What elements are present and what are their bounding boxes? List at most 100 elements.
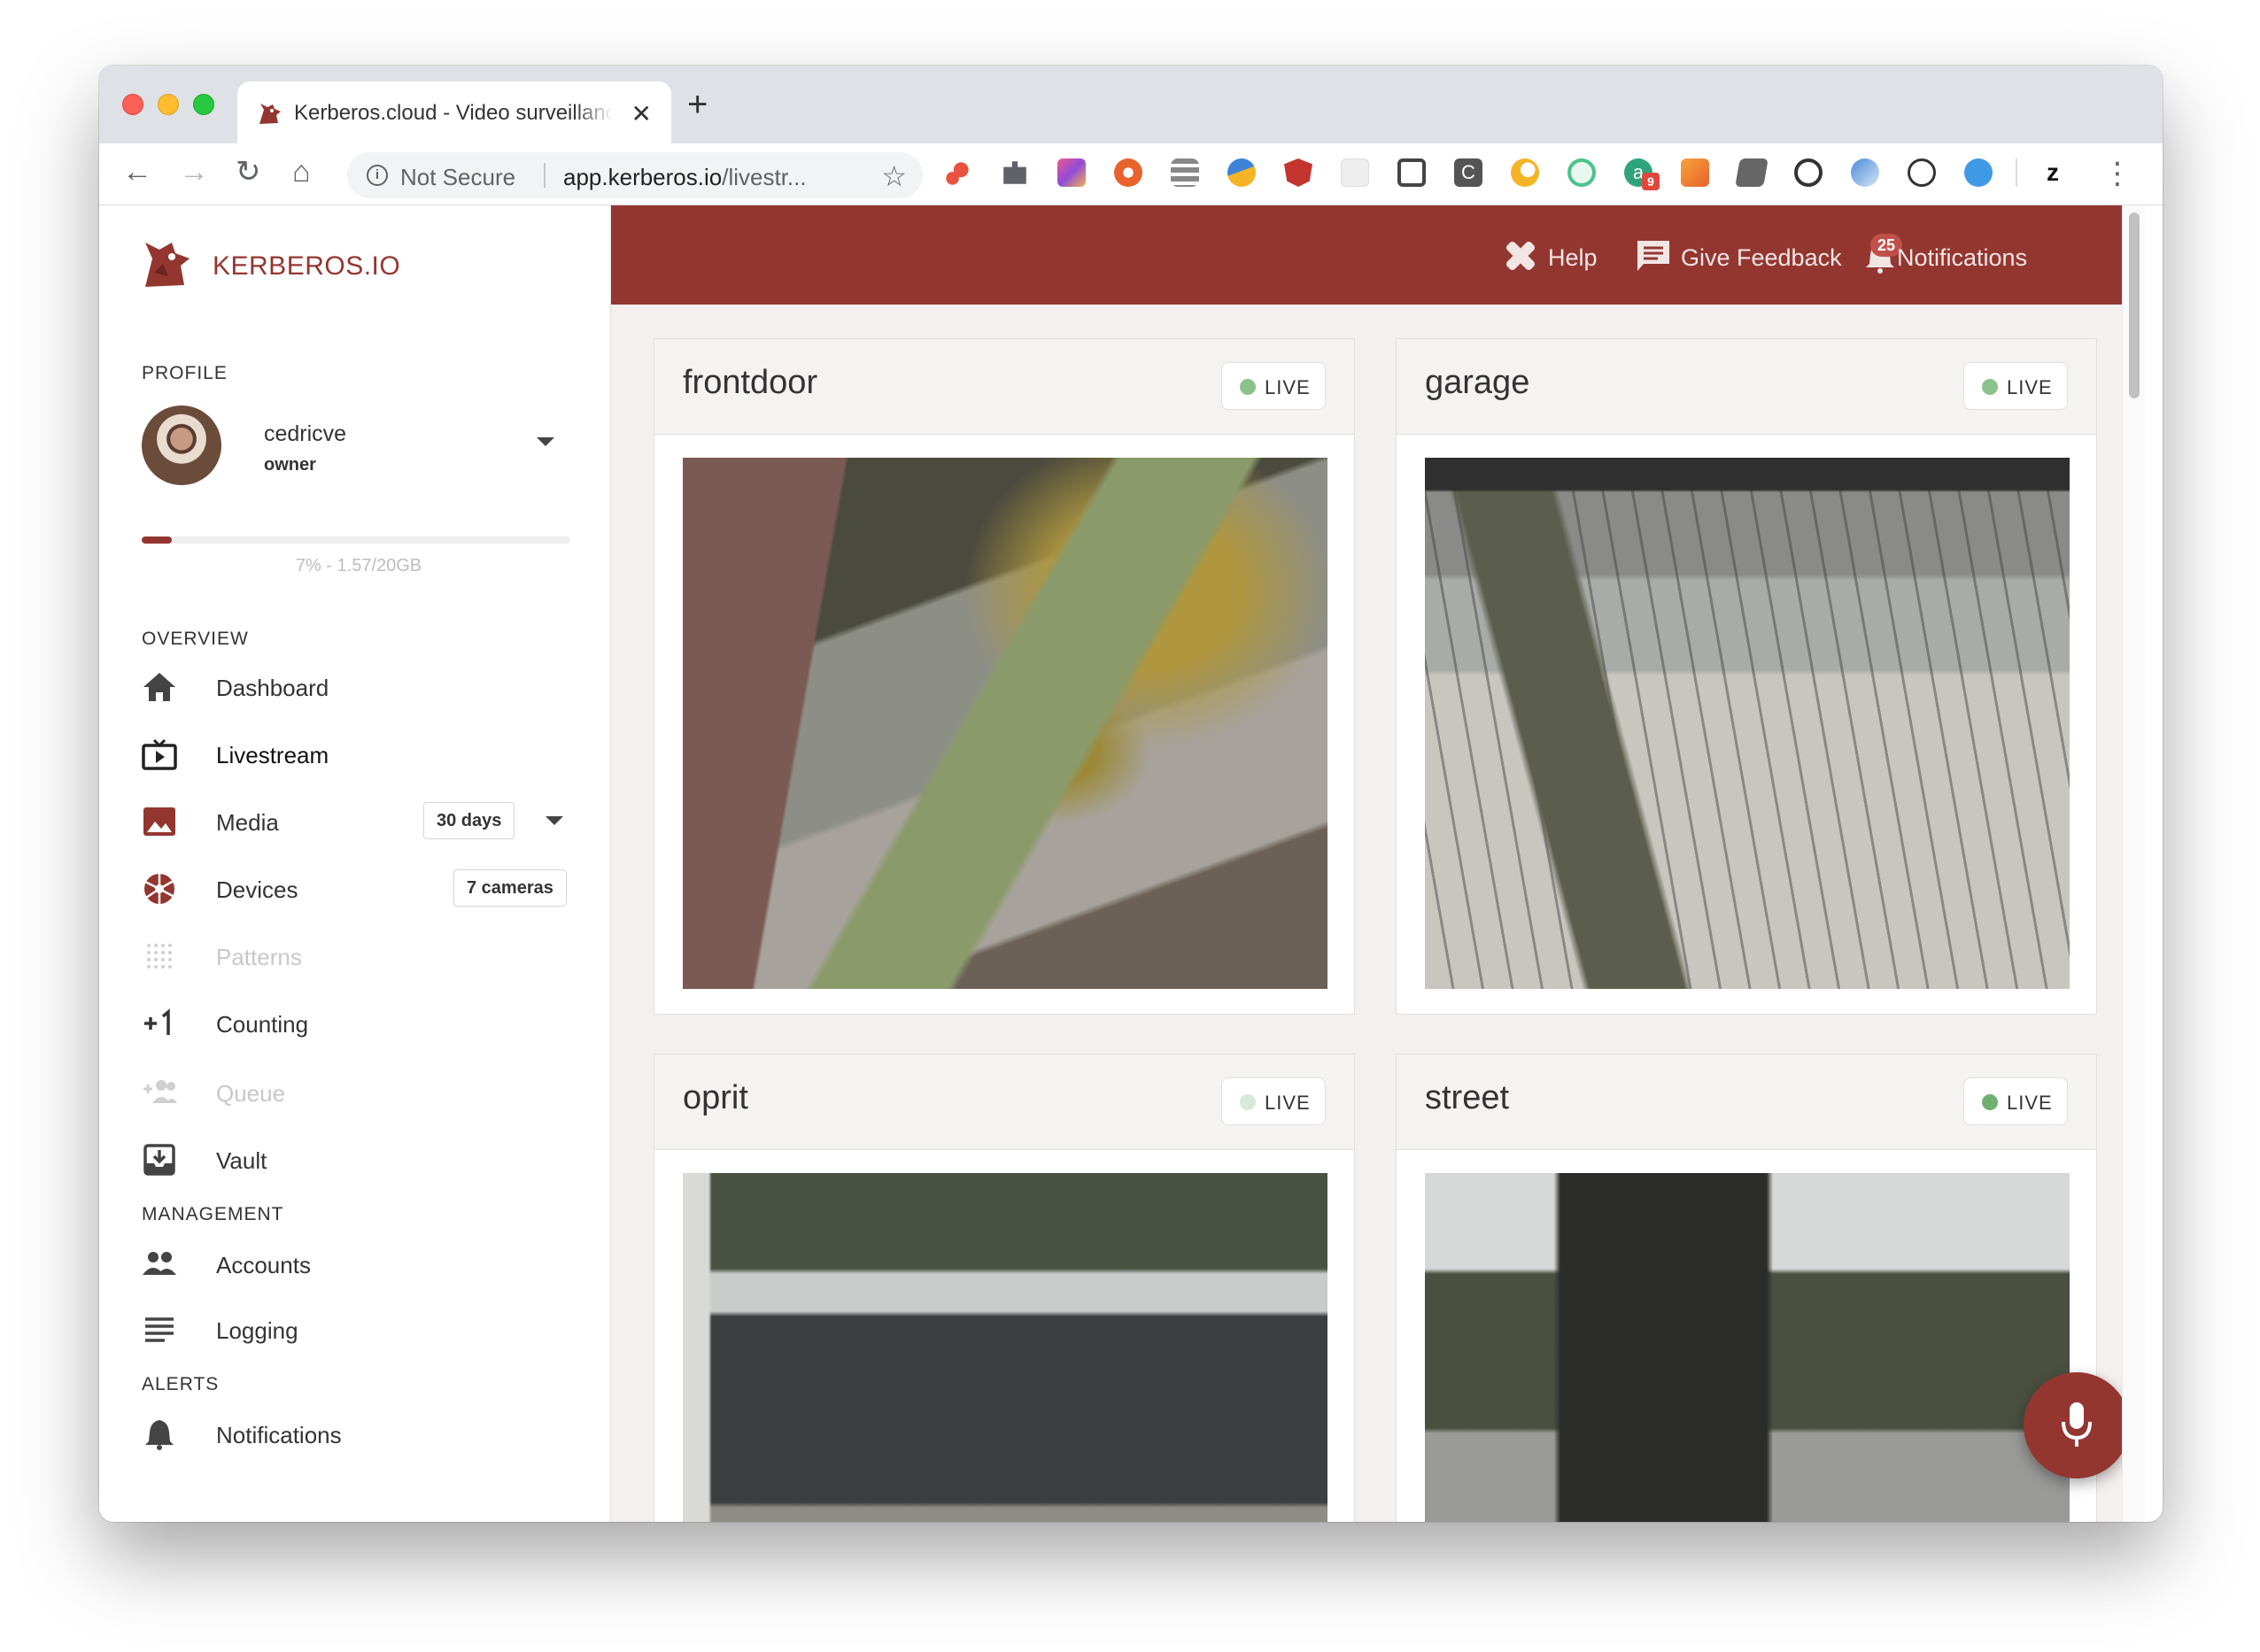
camera-card-frontdoor[interactable]: frontdoor LIVE (654, 338, 1355, 1015)
sidebar: KERBEROS.IO PROFILE cedricve owner 7% - … (99, 205, 611, 1522)
sidebar-item-label: Devices (216, 876, 298, 903)
live-badge[interactable]: LIVE (1221, 1077, 1326, 1125)
forward-arrow-icon[interactable]: → (179, 154, 209, 189)
live-badge[interactable]: LIVE (1221, 362, 1326, 410)
extension-stack-icon[interactable] (1735, 158, 1769, 187)
microphone-button[interactable] (2024, 1372, 2130, 1478)
profile-section-label: PROFILE (142, 363, 228, 383)
browser-tab[interactable]: Kerberos.cloud - Video surveillance ✕ (237, 81, 671, 143)
kerberos-favicon-icon (259, 104, 281, 124)
extension-code-icon[interactable] (1908, 158, 1936, 187)
profile-dropdown-icon[interactable] (537, 437, 554, 446)
live-label: LIVE (2007, 376, 2053, 398)
overview-section-label: OVERVIEW (142, 629, 249, 649)
extension-screenshot-icon[interactable] (1397, 158, 1426, 187)
bookmark-star-icon[interactable]: ☆ (881, 159, 907, 193)
top-bar: Help Give Feedback 25 Notifications (611, 205, 2145, 305)
live-badge[interactable]: LIVE (1963, 362, 2068, 410)
camera-card-street[interactable]: street LIVE (1396, 1054, 2097, 1522)
extension-ring-icon[interactable] (1567, 158, 1596, 187)
live-label: LIVE (1265, 1092, 1311, 1114)
camera-feed-image[interactable] (683, 458, 1327, 989)
camera-feed-image[interactable] (1425, 1173, 2070, 1522)
extension-moon-icon[interactable] (1511, 158, 1539, 187)
sidebar-item-media[interactable]: Media 30 days (142, 795, 584, 848)
live-status-dot (1240, 379, 1256, 395)
sidebar-item-label: Livestream (216, 742, 329, 768)
sidebar-item-accounts[interactable]: Accounts (142, 1238, 584, 1291)
extension-network-icon[interactable] (944, 158, 972, 187)
page-scrollbar[interactable] (2122, 205, 2145, 1522)
camera-card-garage[interactable]: garage LIVE (1396, 338, 2097, 1015)
camera-card-header: frontdoor LIVE (654, 339, 1354, 435)
extension-download-icon[interactable] (1964, 158, 1993, 187)
new-tab-button[interactable]: + (687, 87, 708, 122)
extension-orange-icon[interactable] (1114, 158, 1142, 187)
live-status-dot (1982, 1094, 1998, 1110)
people-icon (143, 1252, 176, 1275)
storage-usage-text: 7% - 1.57/20GB (295, 556, 422, 575)
camera-feed-image[interactable] (1425, 458, 2070, 989)
live-status-dot (1982, 379, 1998, 395)
sidebar-item-label: Vault (216, 1147, 267, 1174)
sidebar-item-label: Media (216, 809, 279, 836)
browser-menu-icon[interactable]: ⋮ (2102, 156, 2132, 191)
url-text: app.kerberos.io/livestr... (563, 164, 855, 191)
reload-icon[interactable]: ↻ (236, 154, 261, 189)
close-window-button[interactable] (122, 94, 143, 115)
plus-one-icon (144, 1008, 170, 1035)
extension-puzzle-icon[interactable] (1003, 161, 1026, 184)
maximize-window-button[interactable] (193, 94, 214, 115)
extension-blue-circle-icon[interactable] (1851, 158, 1879, 187)
avatar[interactable] (142, 405, 221, 485)
alerts-section-label: ALERTS (142, 1374, 220, 1394)
media-dropdown-icon[interactable] (546, 816, 563, 825)
address-bar[interactable]: i Not Secure app.kerberos.io/livestr... … (347, 152, 923, 198)
camera-card-oprit[interactable]: oprit LIVE (654, 1054, 1355, 1522)
sidebar-item-livestream[interactable]: Livestream (142, 728, 584, 781)
camera-feed-image[interactable] (683, 1173, 1327, 1522)
back-arrow-icon[interactable]: ← (122, 154, 152, 189)
home-button-icon[interactable]: ⌂ (292, 154, 311, 189)
sidebar-item-queue[interactable]: Queue (142, 1066, 584, 1119)
sidebar-item-label: Counting (216, 1011, 309, 1038)
camera-card-header: oprit LIVE (654, 1054, 1354, 1150)
extension-divider (2016, 158, 2017, 187)
extension-blank-icon[interactable] (1341, 158, 1369, 187)
main-content: Help Give Feedback 25 Notifications fron… (611, 205, 2145, 1522)
extension-globe-icon[interactable] (1227, 158, 1256, 187)
media-range-badge[interactable]: 30 days (423, 802, 515, 839)
not-secure-label: Not Secure (400, 164, 516, 190)
sidebar-item-vault[interactable]: Vault (142, 1133, 584, 1186)
sidebar-item-logging[interactable]: Logging (142, 1303, 584, 1356)
info-icon[interactable]: i (367, 165, 388, 186)
omnibox-divider (544, 163, 546, 188)
extension-gradient-icon[interactable] (1057, 158, 1086, 187)
user-name: cedricve (264, 421, 347, 446)
sidebar-item-patterns[interactable]: Patterns (142, 930, 584, 983)
camera-name: garage (1425, 364, 1530, 401)
extension-database-icon[interactable] (1171, 158, 1199, 187)
sidebar-item-label: Accounts (216, 1252, 311, 1278)
sidebar-item-notifications[interactable]: Notifications (142, 1408, 584, 1461)
help-bandage-icon (1505, 241, 1536, 271)
extension-c-icon[interactable]: C (1454, 158, 1482, 187)
bell-icon (145, 1420, 174, 1450)
minimize-window-button[interactable] (158, 94, 179, 115)
sidebar-item-devices[interactable]: Devices 7 cameras (142, 862, 584, 915)
sidebar-item-dashboard[interactable]: Dashboard (142, 660, 584, 714)
live-label: LIVE (2007, 1092, 2053, 1114)
extension-angular-icon[interactable] (1284, 158, 1312, 187)
camera-card-header: street LIVE (1397, 1054, 2096, 1150)
close-tab-icon[interactable]: ✕ (631, 99, 652, 128)
live-label: LIVE (1265, 376, 1311, 398)
group-add-icon (143, 1080, 177, 1103)
home-icon (143, 673, 175, 701)
scrollbar-thumb[interactable] (2129, 212, 2140, 398)
sidebar-item-counting[interactable]: Counting (142, 997, 584, 1050)
extension-z-icon[interactable]: z (2039, 158, 2067, 187)
extension-clock-icon[interactable] (1794, 158, 1823, 187)
extension-chart-icon[interactable] (1681, 158, 1709, 187)
live-badge[interactable]: LIVE (1963, 1077, 2068, 1125)
page-viewport: KERBEROS.IO PROFILE cedricve owner 7% - … (99, 205, 2163, 1522)
